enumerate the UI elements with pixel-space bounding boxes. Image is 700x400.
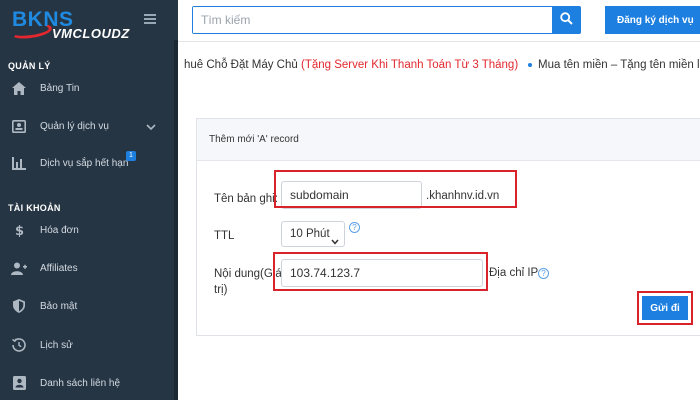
history-icon [11,337,27,353]
ttl-help-icon[interactable]: ? [349,222,360,233]
search-input[interactable] [193,7,552,33]
sidebar-item-label: Hóa đơn [40,224,79,236]
ip-hint: Địa chỉ IP [489,267,539,279]
sidebar-item-label: Dịch vụ sắp hết hạn [40,157,129,169]
content-label: Nội dung(Giá trị) [214,268,282,296]
shield-icon [11,298,27,314]
chevron-down-icon [331,230,339,254]
sidebar-item-label: Quản lý dịch vụ [40,120,109,132]
sidebar-item-contacts[interactable]: Danh sách liên hệ [0,368,174,398]
id-card-icon [11,118,27,134]
card-title: Thêm mới 'A' record [197,119,700,161]
top-header: Đăng ký dịch vụ [178,0,700,42]
contact-card-icon [11,375,27,391]
section-title-manage: QUẢN LÝ [8,61,51,71]
dollar-icon: $ [11,222,27,238]
sidebar-item-affiliates[interactable]: Affiliates [0,253,174,283]
user-plus-icon [11,260,27,276]
hamburger-menu-icon[interactable] [144,14,156,24]
chevron-down-icon [146,120,156,134]
ttl-select[interactable]: 10 Phút [281,221,345,247]
sidebar-item-label: Lịch sử [40,339,73,351]
record-name-label: Tên bản ghi: [214,193,278,205]
expiring-count-badge: 1 [126,151,136,161]
svg-text:$: $ [15,224,24,237]
submit-button[interactable]: Gửi đi [642,296,688,320]
promo-marquee[interactable]: huê Chỗ Đặt Máy Chủ (Tặng Server Khi Tha… [178,50,700,80]
sidebar-item-services[interactable]: Quản lý dịch vụ [0,111,174,141]
bullet-icon [528,62,532,67]
promo-text-2: Mua tên miền – Tặng tên miền liên [528,50,700,80]
sidebar-item-security[interactable]: Bảo mật [0,291,174,321]
sidebar-item-label: Bảng Tin [40,82,80,94]
search-icon [559,12,573,28]
sidebar-item-label: Danh sách liên hệ [40,377,121,389]
content-ip-input[interactable] [281,259,483,287]
add-a-record-card: Thêm mới 'A' record [196,118,700,336]
sidebar-item-history[interactable]: Lịch sử [0,330,174,360]
sidebar-item-label: Affiliates [40,262,78,274]
bar-chart-icon [11,155,27,171]
promo-text-1: huê Chỗ Đặt Máy Chủ (Tặng Server Khi Tha… [184,59,519,71]
search-bar [192,6,581,34]
sidebar-scrollbar[interactable] [174,40,178,400]
logo-sub-text: VMCLOUDZ [52,26,130,41]
sidebar-item-dashboard[interactable]: Bảng Tin [0,73,174,103]
sidebar-item-expiring-services[interactable]: Dịch vụ sắp hết hạn 1 [0,148,174,178]
section-title-account: TÀI KHOẢN [8,203,61,213]
ttl-selected-value: 10 Phút [290,228,330,240]
register-service-button[interactable]: Đăng ký dịch vụ [605,6,700,34]
record-name-input[interactable] [281,181,422,209]
sidebar: BKNS VMCLOUDZ QUẢN LÝ Bảng Tin Quản lý d… [0,0,178,400]
domain-suffix: .khanhnv.id.vn [426,190,500,202]
ttl-label: TTL [214,230,235,242]
sidebar-item-label: Bảo mật [40,300,78,312]
sidebar-item-invoices[interactable]: $ Hóa đơn [0,215,174,245]
home-icon [11,80,27,96]
ip-help-icon[interactable]: ? [538,268,549,279]
search-button[interactable] [552,7,580,33]
